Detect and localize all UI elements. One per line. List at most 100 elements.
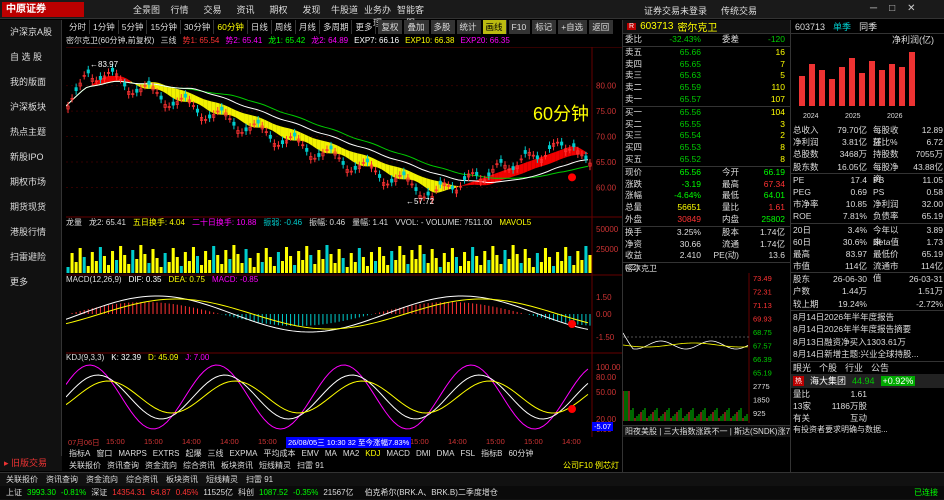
info-tab[interactable]: 扫雷 91	[294, 460, 327, 472]
status-tab[interactable]: 资金流向	[86, 473, 118, 486]
indicator-tab[interactable]: DMA	[434, 448, 458, 460]
indicator-tab[interactable]: EXTRS	[150, 448, 183, 460]
info-tab[interactable]: 板块资讯	[218, 460, 256, 472]
level-price: 65.66	[679, 46, 701, 57]
indicator-value: 振幅: 0.46	[309, 218, 346, 227]
info-tab[interactable]: 综合资讯	[180, 460, 218, 472]
indicator-tab[interactable]: 起爆	[182, 448, 204, 460]
indicator-tab[interactable]: 三线	[204, 448, 226, 460]
indicator-tab-extra[interactable]: 指标B	[478, 448, 505, 460]
sidebar-item[interactable]: 热点主题	[0, 120, 61, 145]
volume-bar	[111, 251, 115, 273]
indicator-tab[interactable]: FSL	[457, 448, 478, 460]
period-tab[interactable]: 日线	[248, 20, 272, 34]
top-right-link[interactable]: 传统交易	[721, 4, 757, 17]
indicator-tab[interactable]: EXPMA	[226, 448, 260, 460]
news-item[interactable]: 8月14日新增主题:兴业全球持股...	[791, 348, 944, 361]
period-tab[interactable]: 15分钟	[147, 20, 181, 34]
indicator-tab[interactable]: 平均成本	[260, 448, 298, 460]
right-tab[interactable]: 眼光	[793, 362, 811, 374]
ma-ribbon-segment	[381, 162, 386, 173]
fund-rows: 总收入 79.70亿 每股收益 12.89 净利润 3.81亿 环比% 6.72 总股数 3468…	[791, 124, 944, 184]
status-tab[interactable]: 板块资讯	[166, 473, 198, 486]
info-tab[interactable]: 资金流向	[142, 460, 180, 472]
sidebar-item[interactable]: 沪深京A股	[0, 20, 61, 45]
sidebar-item[interactable]: 新股IPO	[0, 145, 61, 170]
indicator-tab[interactable]: EMV	[298, 448, 321, 460]
status-tab[interactable]: 扫雷 91	[246, 473, 273, 486]
period-tab[interactable]: 30分钟	[181, 20, 215, 34]
fund-key2: 每股净资	[873, 161, 899, 184]
toolbar-button[interactable]: 标记	[532, 20, 557, 34]
sidebar-item[interactable]: 我的版面	[0, 70, 61, 95]
indicator-tab-extra[interactable]: 60分钟	[505, 448, 536, 460]
status-tab[interactable]: 短线精灵	[206, 473, 238, 486]
period-tab[interactable]: 分时	[66, 20, 91, 34]
legacy-trade-link[interactable]: ▸ 旧版交易	[0, 456, 62, 471]
bottom-news[interactable]: 有投资者要求明确与数据...	[791, 424, 944, 435]
toolbar-button[interactable]: +自选	[558, 20, 588, 34]
news-ticker[interactable]: 阳夜美股 | 三大指数涨跌不一 | 斯达(SNDK)涨7.39%	[623, 425, 790, 438]
indicator-tab[interactable]: MARPS	[115, 448, 149, 460]
candle-body	[511, 166, 515, 170]
volume-bar	[438, 267, 442, 273]
time-tick: 15:00	[410, 437, 429, 446]
period-tab[interactable]: 60分钟	[214, 20, 248, 34]
bid-book: 买一 65.56 104 买二 65.55 3 买三 65.54 2 买四 65.53 8 买五 65.5…	[623, 105, 790, 166]
sidebar-item[interactable]: 自 选 股	[0, 45, 61, 70]
sidebar-item[interactable]: 期货现货	[0, 195, 61, 220]
indicator-tab[interactable]: DMI	[413, 448, 434, 460]
tab-same-quarter[interactable]: 同季	[859, 20, 877, 33]
indicator-tab[interactable]: 窗口	[93, 448, 115, 460]
indicator-tab[interactable]: MACD	[383, 448, 413, 460]
sidebar-item[interactable]: 沪深板块	[0, 95, 61, 120]
toolbar-button[interactable]: 返回	[589, 20, 614, 34]
toolbar-button[interactable]: 统计	[456, 20, 481, 34]
status-tab[interactable]: 关联报价	[6, 473, 38, 486]
toolbar-button[interactable]: 画线	[482, 20, 507, 34]
info-tab[interactable]: 关联报价	[66, 460, 104, 472]
toolbar-button[interactable]: 多股	[430, 20, 455, 34]
right-tab[interactable]: 行业	[845, 362, 863, 374]
f10-link[interactable]: 公司F10 例芯灯	[560, 460, 622, 472]
stat-key: 涨幅	[625, 190, 643, 201]
right-tab[interactable]: 公告	[871, 362, 889, 374]
minimize-icon[interactable]: ─	[870, 3, 877, 14]
candle-body	[402, 171, 406, 176]
status-tab[interactable]: 综合资讯	[126, 473, 158, 486]
toolbar-button[interactable]: 叠加	[404, 20, 429, 34]
sidebar-item[interactable]: 更多	[0, 270, 61, 295]
indicator-tab[interactable]: MA	[322, 448, 340, 460]
top-right-link[interactable]: 证券交易未登录	[644, 4, 707, 17]
status-ticker[interactable]: 伯克希尔(BRK.A、BRK.B)二季度增仓	[365, 486, 498, 499]
toolbar-button[interactable]: F10	[508, 20, 531, 34]
close-icon[interactable]: ✕	[907, 3, 915, 14]
hot-stock-row[interactable]: 热 海大集团 44.94 +0.92%	[791, 373, 944, 388]
candle-body	[171, 101, 175, 106]
indicator-tab[interactable]: KDJ	[362, 448, 383, 460]
news-item[interactable]: 8月13日融资净买入1303.61万	[791, 336, 944, 349]
right-tab[interactable]: 个股	[819, 362, 837, 374]
mini-intraday-chart[interactable]: 73.49 72.31 71.13 69.93 68.75 67.57 66.39 65.19…	[622, 273, 791, 424]
sidebar-item[interactable]: 期权市场	[0, 170, 61, 195]
status-tab[interactable]: 资讯查询	[46, 473, 78, 486]
period-tab[interactable]: 5分钟	[119, 20, 148, 34]
info-tab[interactable]: 资讯查询	[104, 460, 142, 472]
profit-bar	[899, 67, 905, 106]
period-tab[interactable]: 月线	[296, 20, 320, 34]
period-tab[interactable]: 1分钟	[90, 20, 119, 34]
period-tab[interactable]: 更多	[352, 20, 377, 34]
news-item[interactable]: 8月14日2026年半年度报告	[791, 311, 944, 324]
tab-single-quarter[interactable]: 单季	[833, 20, 851, 33]
sidebar-item[interactable]: 港股行情	[0, 220, 61, 245]
sidebar-item[interactable]: 扫雷避险	[0, 245, 61, 270]
indicator-tab[interactable]: 指标A	[66, 448, 93, 460]
period-tab[interactable]: 周线	[272, 20, 296, 34]
period-tab[interactable]: 多周期	[320, 20, 353, 34]
level-label: 卖四	[625, 58, 643, 69]
indicator-tab[interactable]: MA2	[340, 448, 362, 460]
maximize-icon[interactable]: □	[889, 3, 895, 14]
toolbar-button[interactable]: 复权	[378, 20, 403, 34]
info-tab[interactable]: 短线精灵	[256, 460, 294, 472]
news-item[interactable]: 8月14日2026年半年度报告摘要	[791, 323, 944, 336]
